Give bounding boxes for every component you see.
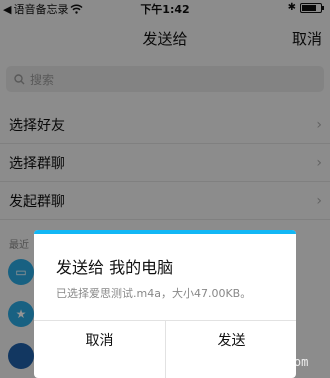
dialog-message: 已选择爱思测试.m4a，大小47.00KB。 — [56, 287, 252, 300]
dialog-accent-bar — [34, 230, 296, 234]
dialog-cancel-button[interactable]: 取消 — [34, 321, 165, 361]
dialog-title: 发送给 我的电脑 — [56, 258, 174, 277]
watermark: www.boledir.com — [200, 355, 309, 369]
